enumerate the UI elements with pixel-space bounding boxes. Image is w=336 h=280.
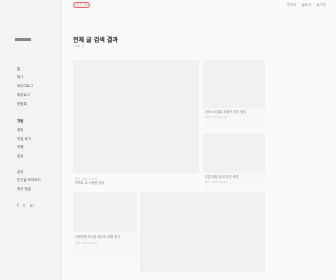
sidebar-item[interactable]: 공지 <box>17 170 23 174</box>
post-meta: 여행 · 2021.01.18 <box>75 242 98 245</box>
social-links: f t in <box>17 203 34 208</box>
sidebar-item[interactable]: 최근 댓글 <box>17 187 31 191</box>
post-title[interactable]: 오랜만에 다녀온 제주도 여행 후기 <box>75 235 120 239</box>
post-card[interactable] <box>73 60 199 173</box>
sidebar-item[interactable]: 방명록 <box>17 102 27 106</box>
result-count: 6개의 글 <box>73 44 85 48</box>
sidebar-item[interactable]: 맛집 후기 <box>17 137 31 141</box>
write-link[interactable]: 글쓰기 <box>302 3 312 8</box>
sidebar-item[interactable]: 미디어로그 <box>17 84 33 88</box>
post-thumbnail <box>73 60 199 173</box>
facebook-icon[interactable]: f <box>17 203 18 208</box>
post-thumbnail <box>73 192 137 232</box>
top-links: 관리자 글쓰기 로그인 <box>287 3 326 8</box>
post-thumbnail <box>140 192 265 272</box>
sidebar-item[interactable]: 홈 <box>17 67 20 71</box>
sidebar-item[interactable]: 태그 <box>17 75 23 79</box>
post-card[interactable] <box>140 192 265 272</box>
post-card[interactable]: 자바스크립트 비동기 처리 정리 개발 · 2021.03.12 <box>203 60 265 130</box>
post-title[interactable]: 리액트 훅 사용법 정리 <box>75 181 104 185</box>
page-title: 전체 글 검색 결과 <box>73 37 118 44</box>
twitter-icon[interactable]: t <box>23 203 25 208</box>
post-card[interactable]: 오랜만에 다녀온 제주도 여행 후기 여행 · 2021.01.18 <box>73 192 137 262</box>
sidebar-item[interactable]: 위치로그 <box>17 93 30 97</box>
post-card[interactable]: 개발 · 2021.02.05 리액트 훅 사용법 정리 <box>73 176 199 190</box>
admin-link[interactable]: 관리자 <box>287 3 297 8</box>
post-title[interactable]: 주말 캠핑 장비 추천 목록 <box>205 175 238 179</box>
main-content: 글쓰기 관리 관리자 글쓰기 로그인 전체 글 검색 결과 6개의 글 자바스크… <box>62 0 336 280</box>
write-button[interactable]: 글쓰기 관리 <box>73 2 90 8</box>
blog-logo[interactable] <box>15 38 31 41</box>
post-thumbnail <box>203 133 265 173</box>
sidebar-item[interactable]: 인기글 모아보기 <box>17 178 41 182</box>
login-link[interactable]: 로그인 <box>316 3 326 8</box>
post-thumbnail <box>203 60 265 108</box>
sidebar-item[interactable]: 취미 <box>17 128 23 132</box>
post-meta: 개발 · 2021.03.12 <box>205 116 228 119</box>
linkedin-icon[interactable]: in <box>30 203 34 208</box>
sidebar-item[interactable]: 여행 <box>17 145 23 149</box>
post-meta: 취미 · 2021.02.20 <box>205 181 228 184</box>
sidebar-item[interactable]: 일상 <box>17 154 23 158</box>
sidebar: 홈태그미디어로그위치로그방명록개발취미맛집 후기여행일상공지인기글 모아보기최근… <box>0 0 62 280</box>
top-bar: 글쓰기 관리 관리자 글쓰기 로그인 <box>62 0 336 12</box>
post-title[interactable]: 자바스크립트 비동기 처리 정리 <box>205 110 246 114</box>
sidebar-item[interactable]: 개발 <box>17 119 23 123</box>
post-card[interactable]: 주말 캠핑 장비 추천 목록 취미 · 2021.02.20 <box>203 133 265 190</box>
